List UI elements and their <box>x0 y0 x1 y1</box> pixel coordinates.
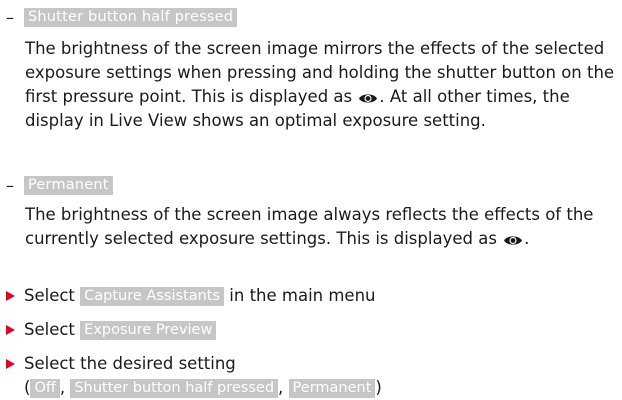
option-label: Permanent <box>24 175 113 195</box>
eye-icon <box>504 236 523 245</box>
dash-marker: – <box>6 7 14 27</box>
eye-icon <box>359 94 378 103</box>
step-text: Select <box>24 286 75 305</box>
step-item: Select Capture Assistants in the main me… <box>6 284 376 308</box>
description-text-tail: . <box>524 229 530 248</box>
setting-option-tag: Off <box>30 379 60 398</box>
step-text: Select the desired setting <box>24 354 236 373</box>
menu-item-tag: Capture Assistants <box>80 287 225 306</box>
step-text: Select <box>24 320 75 339</box>
menu-item-tag: Exposure Preview <box>80 321 217 340</box>
separator: , <box>59 378 66 397</box>
option-description: The brightness of the screen image mirro… <box>25 37 615 133</box>
setting-option-tag: Permanent <box>288 379 376 398</box>
option-item: – Shutter button half pressed <box>6 6 238 28</box>
dash-marker: – <box>6 175 14 195</box>
triangle-bullet-icon <box>6 352 24 376</box>
triangle-bullet-icon <box>6 284 24 308</box>
step-item: Select the desired setting (Off, Shutter… <box>6 352 382 400</box>
triangle-bullet-icon <box>6 318 24 342</box>
option-label: Shutter button half pressed <box>24 7 238 27</box>
option-item: – Permanent <box>6 174 113 196</box>
paren-close: ) <box>375 378 382 397</box>
manual-page: – Shutter button half pressed The bright… <box>0 0 622 400</box>
setting-option-tag: Shutter button half pressed <box>70 379 279 398</box>
step-item: Select Exposure Preview <box>6 318 217 342</box>
separator: , <box>278 378 284 397</box>
option-description: The brightness of the screen image alway… <box>25 203 615 251</box>
step-text-suffix: in the main menu <box>229 286 376 305</box>
